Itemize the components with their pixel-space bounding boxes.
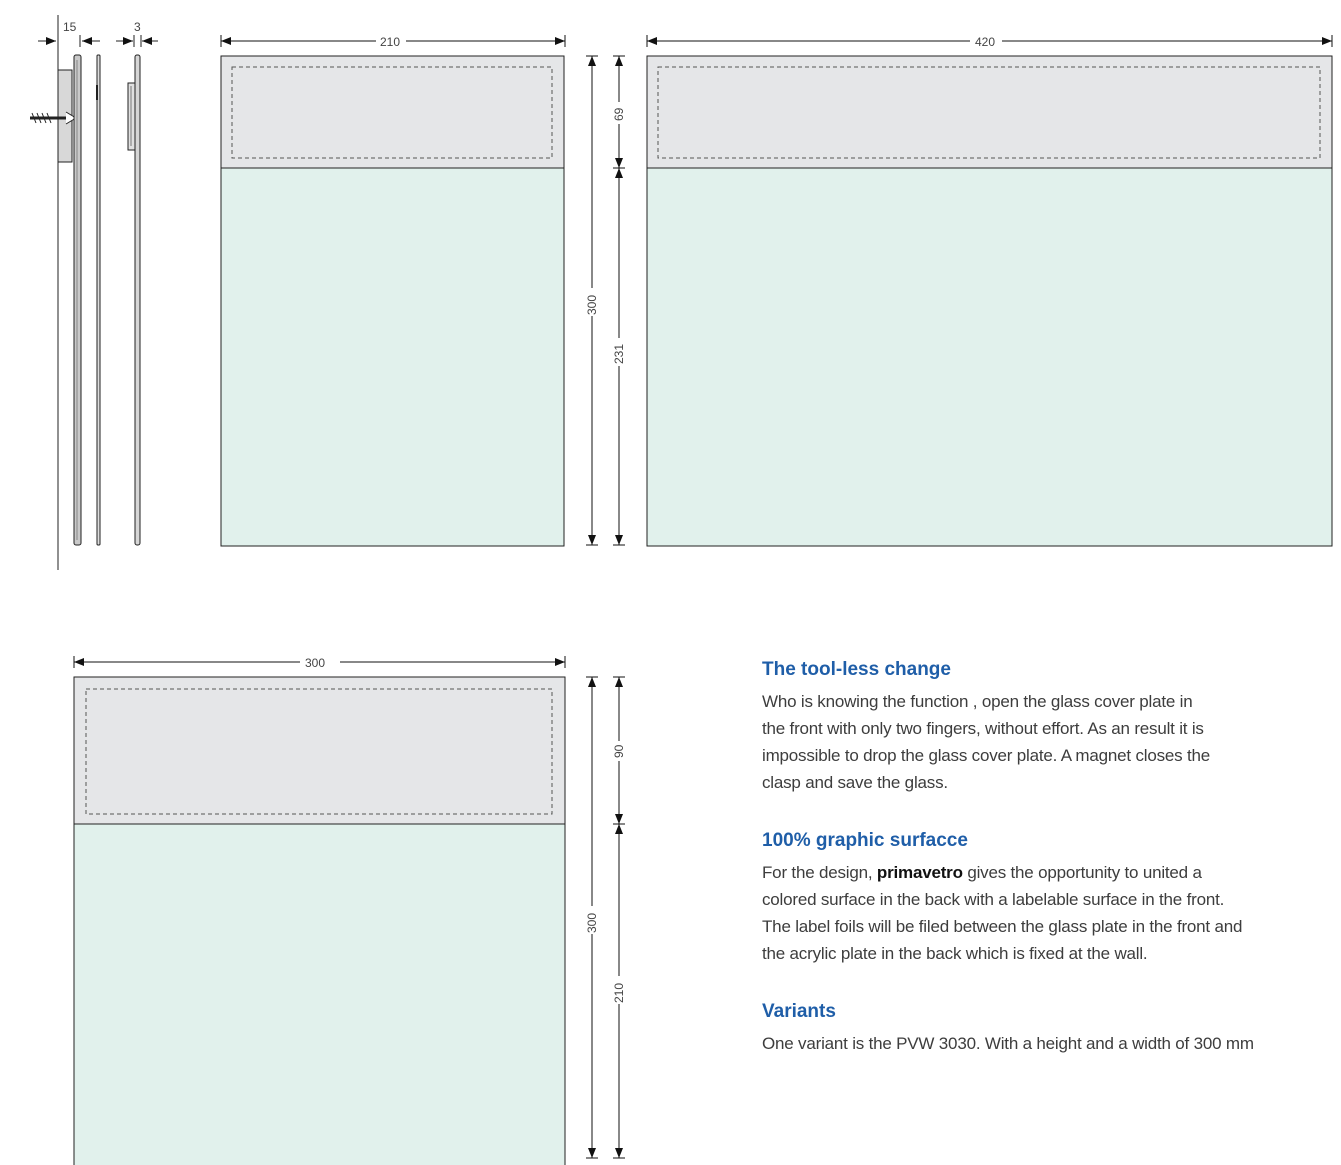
body-line: One variant is the PVW 3030. With a heig…: [762, 1034, 1254, 1053]
side-view-drawing: [30, 15, 158, 570]
body-line: the acrylic plate in the back which is f…: [762, 944, 1148, 963]
section-body: Who is knowing the function , open the g…: [762, 688, 1337, 796]
section-heading: 100% graphic surfacce: [762, 830, 968, 851]
body-line: colored surface in the back with a label…: [762, 890, 1225, 909]
body-line: the front with only two fingers, without…: [762, 719, 1204, 738]
dimension-thickness: 3: [134, 20, 141, 34]
dimension-width: 300: [305, 656, 325, 670]
dimension-wall-offset: 15: [63, 20, 77, 34]
label-foil-side: [96, 54, 101, 546]
section-body: For the design, primavetro gives the opp…: [762, 859, 1337, 967]
section-heading: Variants: [762, 1001, 836, 1022]
description-text-block: The tool-less change Who is knowing the …: [762, 656, 1337, 1088]
graphic-panel: [73, 823, 566, 1165]
sign-a4-drawing: 210 300 69 231: [220, 34, 626, 547]
brand-name: primavetro: [876, 863, 963, 882]
body-text: For the design,: [762, 863, 877, 882]
body-line: Who is knowing the function , open the g…: [762, 692, 1193, 711]
graphic-panel: [646, 167, 1333, 547]
body-line: The label foils will be filed between th…: [762, 917, 1243, 936]
top-label-panel: [73, 676, 566, 825]
section-body: One variant is the PVW 3030. With a heig…: [762, 1030, 1337, 1057]
sign-square-drawing: 300 300 90 210: [73, 655, 626, 1165]
body-line: clasp and save the glass.: [762, 773, 948, 792]
top-label-panel: [646, 55, 1333, 169]
dimension-top-height: 69: [612, 107, 626, 121]
section-heading: The tool-less change: [762, 659, 951, 680]
dimension-total-height: 300: [585, 295, 599, 315]
dimension-width: 420: [975, 35, 995, 49]
glass-cover-side: [134, 54, 141, 546]
body-text: gives the opportunity to united a: [962, 863, 1202, 882]
section-variants: Variants One variant is the PVW 3030. Wi…: [762, 998, 1337, 1057]
section-graphic-surface: 100% graphic surfacce For the design, pr…: [762, 827, 1337, 967]
screw-icon: [30, 111, 77, 125]
dimension-bottom-height: 210: [612, 983, 626, 1003]
section-tool-less-change: The tool-less change Who is knowing the …: [762, 656, 1337, 796]
graphic-panel: [220, 167, 565, 547]
dimension-total-height: 300: [585, 913, 599, 933]
dimension-width: 210: [380, 35, 400, 49]
sign-a3-drawing: 420: [646, 34, 1333, 547]
top-label-panel: [220, 55, 565, 169]
body-line: impossible to drop the glass cover plate…: [762, 746, 1211, 765]
dimension-bottom-height: 231: [612, 344, 626, 364]
dimension-top-height: 90: [612, 744, 626, 758]
body-line: For the design, primavetro gives the opp…: [762, 859, 1337, 886]
